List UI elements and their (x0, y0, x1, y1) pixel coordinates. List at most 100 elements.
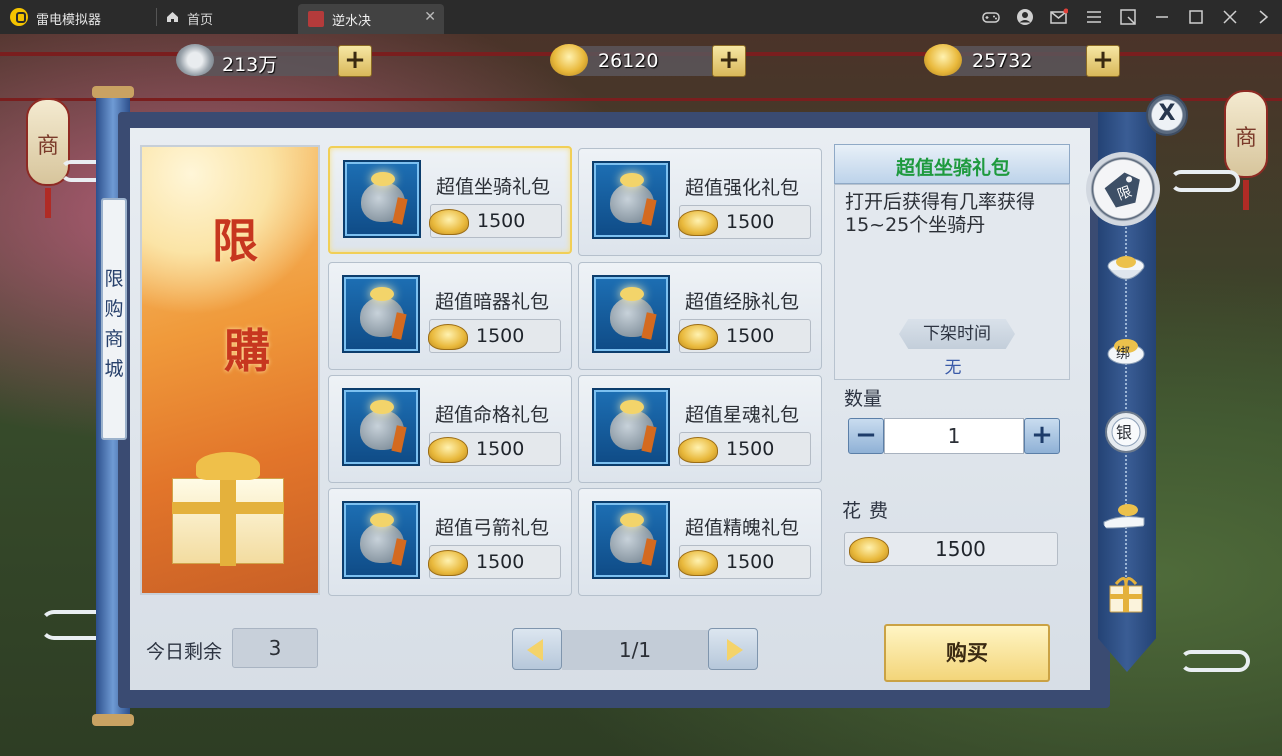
item-price-box: 1500 (678, 432, 811, 466)
shop-item-essence-pack[interactable]: 超值精魄礼包 1500 (578, 488, 822, 596)
gold-ingot-icon (428, 550, 468, 576)
shop-item-bow-pack[interactable]: 超值弓箭礼包 1500 (328, 488, 572, 596)
offline-time-value: 无 (944, 358, 962, 378)
gift-box-tab-icon[interactable] (1102, 570, 1150, 618)
detail-title: 超值坐骑礼包 (895, 157, 1010, 179)
minimize-icon[interactable] (1153, 8, 1171, 26)
chevron-right-icon (727, 639, 743, 661)
item-price: 1500 (726, 438, 775, 460)
shop-item-mount-pack[interactable]: 超值坐骑礼包 1500 (328, 146, 572, 254)
currency-silver: 213万 + (176, 44, 372, 77)
cost-box: 1500 (844, 532, 1058, 566)
item-name: 超值经脉礼包 (685, 291, 800, 313)
gold-ingot-icon (428, 437, 468, 463)
user-icon[interactable] (1016, 8, 1034, 26)
game-tab[interactable]: 逆水决 ✕ (298, 4, 444, 34)
item-price: 1500 (476, 551, 525, 573)
item-price: 1500 (476, 438, 525, 460)
banner-char: 購 (224, 324, 270, 378)
maximize-icon[interactable] (1187, 8, 1205, 26)
item-price: 1500 (726, 211, 775, 233)
bound-ingot-icon (550, 44, 588, 76)
divider (156, 8, 157, 26)
gift-bag-icon (592, 388, 670, 466)
gift-bag-icon (343, 160, 421, 238)
banner-char: 限 (212, 214, 258, 268)
gift-ribbon (220, 470, 236, 566)
decorative-rope (0, 98, 1282, 101)
app-name: 雷电模拟器 (36, 13, 102, 28)
item-price: 1500 (726, 551, 775, 573)
currency-value: 26120 (598, 50, 659, 72)
item-name: 超值强化礼包 (685, 177, 800, 199)
quantity-plus-button[interactable]: + (1024, 418, 1060, 454)
price-tag-icon: 限 (1104, 172, 1140, 208)
silver-coin-tab-icon[interactable]: 银 (1102, 408, 1150, 456)
shop-item-star-soul-pack[interactable]: 超值星魂礼包 1500 (578, 375, 822, 483)
gift-bag-icon (592, 275, 670, 353)
item-name: 超值命格礼包 (435, 404, 550, 426)
close-shop-button[interactable]: X (1146, 94, 1188, 136)
prev-page-button[interactable] (512, 628, 562, 670)
item-price: 1500 (726, 325, 775, 347)
gift-bag-icon (342, 388, 420, 466)
offline-time-label: 下架时间 (899, 319, 1015, 349)
scroll-knob (92, 714, 134, 726)
gamepad-icon[interactable] (982, 8, 1000, 26)
quantity-input[interactable]: 1 (884, 418, 1024, 454)
page-indicator: 1/1 (562, 630, 708, 670)
item-price-box: 1500 (429, 204, 562, 238)
menu-icon[interactable] (1085, 8, 1103, 26)
item-price-box: 1500 (678, 545, 811, 579)
quantity-label: 数量 (844, 388, 883, 410)
gold-ingot-icon (429, 209, 469, 235)
currency-bound-ingot: 26120 + (550, 44, 746, 77)
next-page-button[interactable] (708, 628, 758, 670)
lantern-tassel (45, 188, 51, 218)
item-price: 1500 (476, 325, 525, 347)
gold-ingot-icon (428, 324, 468, 350)
gold-ingot-icon (849, 537, 889, 563)
shop-item-destiny-pack[interactable]: 超值命格礼包 1500 (328, 375, 572, 483)
scroll-knob (92, 86, 134, 98)
buy-button[interactable]: 购买 (884, 624, 1050, 682)
today-remaining-label: 今日剩余 (146, 641, 223, 663)
gold-ingot-icon (678, 210, 718, 236)
cost-label: 花费 (842, 500, 897, 522)
shop-item-meridian-pack[interactable]: 超值经脉礼包 1500 (578, 262, 822, 370)
item-price-box: 1500 (428, 432, 561, 466)
sidebar-collapse-icon[interactable] (1255, 8, 1273, 26)
add-gold-ingot-button[interactable]: + (1086, 45, 1120, 77)
detail-description: 打开后获得有几率获得15~25个坐骑丹 (845, 191, 1036, 236)
tab-limited[interactable]: 限 (1086, 152, 1160, 226)
item-price: 1500 (477, 210, 526, 232)
home-tab-label[interactable]: 首页 (187, 9, 213, 28)
item-price-box: 1500 (428, 545, 561, 579)
gold-ingot-icon (924, 44, 962, 76)
cost-value: 1500 (935, 537, 986, 561)
screen-icon[interactable] (1119, 8, 1137, 26)
gift-bow (196, 452, 260, 480)
bound-ingot-tab-icon[interactable]: 绑 (1102, 324, 1150, 372)
lantern-right: 商 (1224, 90, 1268, 178)
game-tab-label: 逆水决 (332, 14, 372, 29)
home-icon[interactable] (166, 11, 179, 23)
currency-value: 213万 (222, 54, 278, 76)
tab-close-icon[interactable]: ✕ (424, 9, 436, 25)
add-bound-ingot-button[interactable]: + (712, 45, 746, 77)
item-name: 超值坐骑礼包 (436, 176, 551, 198)
shop-item-hidden-weapon-pack[interactable]: 超值暗器礼包 1500 (328, 262, 572, 370)
detail-description-box: 打开后获得有几率获得15~25个坐骑丹 下架时间 无 (834, 184, 1070, 380)
quantity-minus-button[interactable]: − (848, 418, 884, 454)
mail-icon[interactable] (1050, 8, 1068, 26)
currency-value: 25732 (972, 50, 1033, 72)
close-window-icon[interactable] (1221, 8, 1239, 26)
hand-ingot-icon[interactable] (1100, 488, 1148, 536)
gold-ingot-icon (678, 550, 718, 576)
gift-bag-icon (592, 501, 670, 579)
add-silver-button[interactable]: + (338, 45, 372, 77)
currency-gold-ingot: 25732 + (924, 44, 1120, 77)
ingot-bowl-icon[interactable] (1102, 244, 1150, 292)
shop-item-enhance-pack[interactable]: 超值强化礼包 1500 (578, 148, 822, 256)
svg-text:绑: 绑 (1116, 346, 1130, 362)
